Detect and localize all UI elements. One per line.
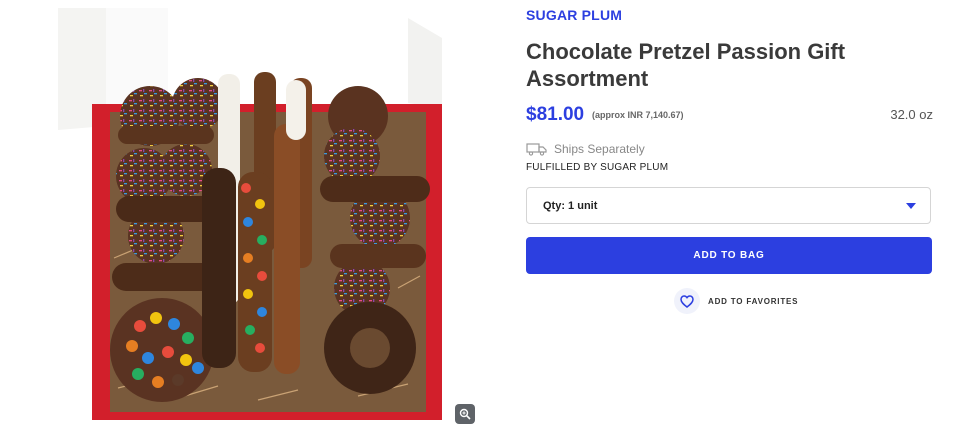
price: $81.00 [526, 104, 585, 125]
heart-icon-wrapper [674, 288, 700, 314]
product-info-panel: SUGAR PLUM Chocolate Pretzel Passion Gif… [526, 0, 933, 438]
truck-icon [526, 143, 547, 156]
zoom-button[interactable] [455, 404, 475, 424]
product-weight: 32.0 oz [890, 107, 933, 122]
product-image[interactable] [58, 8, 478, 428]
add-to-favorites-button[interactable]: ADD TO FAVORITES [674, 288, 798, 314]
heart-icon [680, 294, 694, 308]
add-to-bag-button[interactable]: ADD TO BAG [526, 237, 932, 274]
price-approx: (approx INR 7,140.67) [592, 110, 684, 120]
quantity-selected-value: Qty: 1 unit [543, 199, 598, 212]
brand-link[interactable]: SUGAR PLUM [526, 7, 622, 23]
product-photo [58, 8, 442, 420]
shipping-info: Ships Separately [526, 142, 645, 156]
quantity-select[interactable]: Qty: 1 unit [526, 187, 931, 224]
fulfilled-by: FULFILLED BY SUGAR PLUM [526, 162, 669, 173]
ships-separately-text: Ships Separately [554, 142, 645, 156]
caret-down-icon [906, 202, 916, 209]
zoom-icon [459, 408, 471, 420]
product-title: Chocolate Pretzel Passion Gift Assortmen… [526, 39, 846, 91]
add-to-favorites-label: ADD TO FAVORITES [708, 296, 799, 306]
